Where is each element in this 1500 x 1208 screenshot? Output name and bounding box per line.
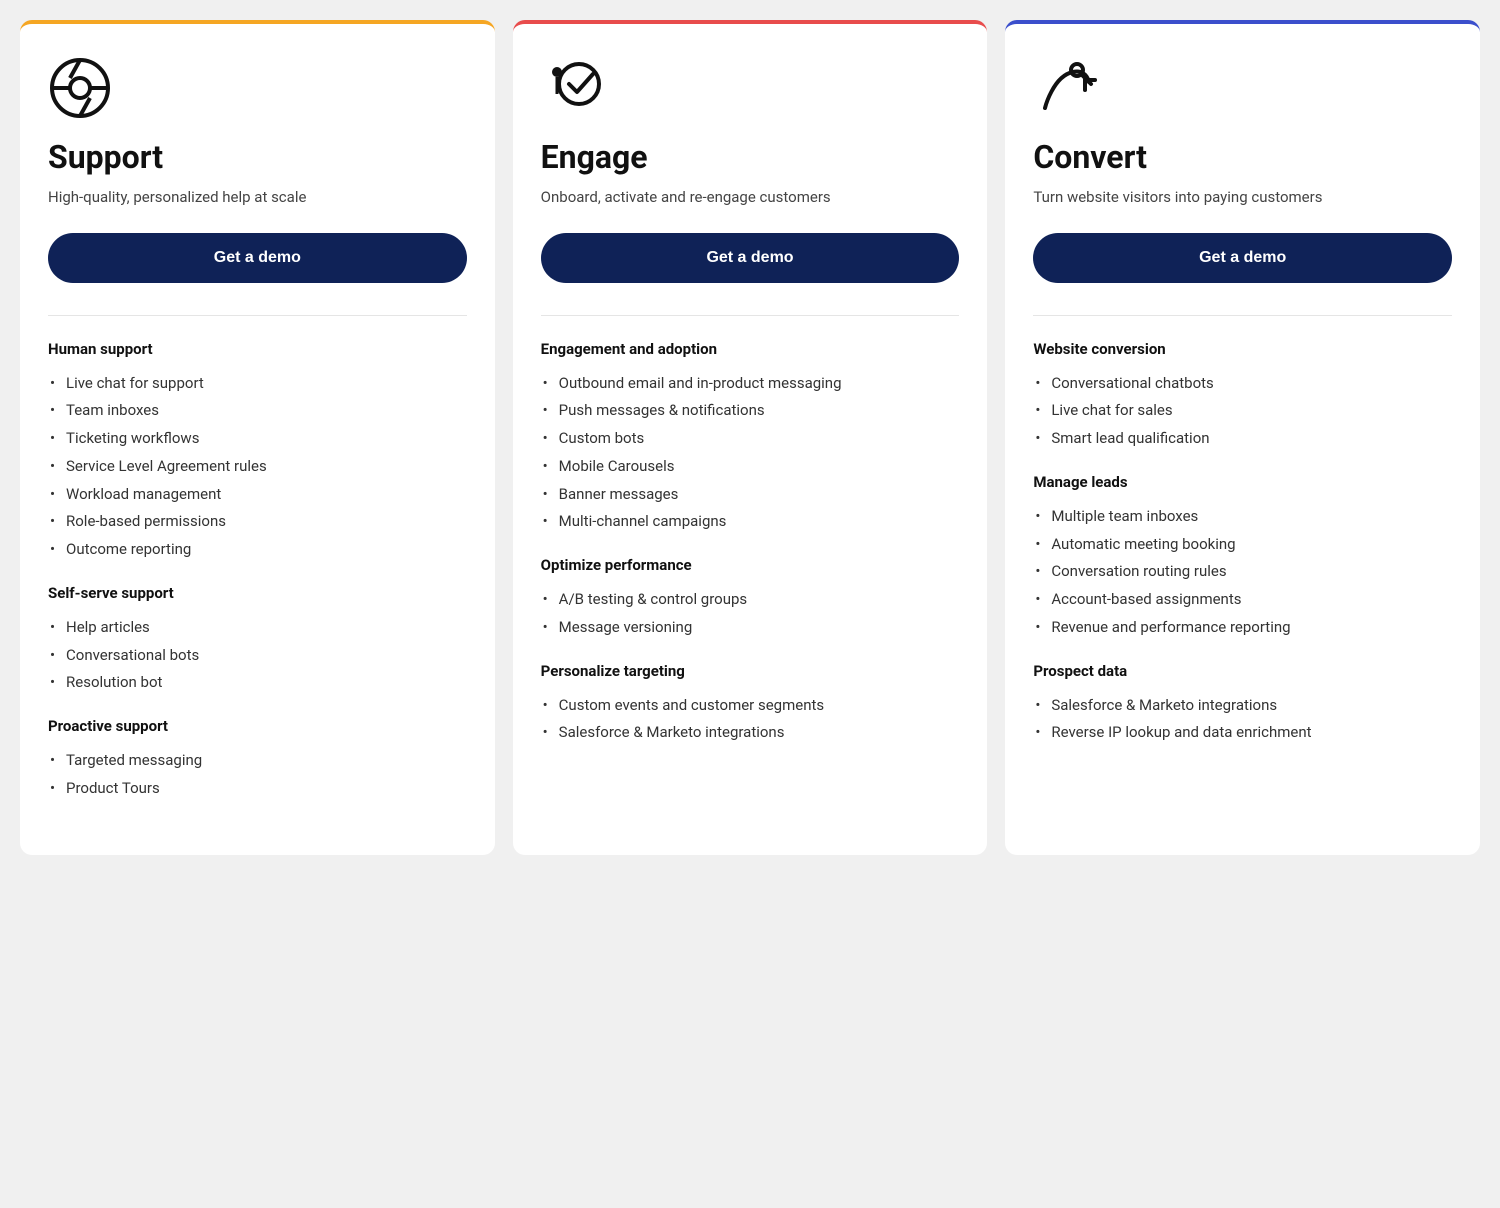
support-section-heading-0: Human support (48, 340, 467, 358)
list-item: Account-based assignments (1033, 586, 1452, 614)
support-section-heading-1: Self-serve support (48, 584, 467, 602)
list-item: Conversational chatbots (1033, 370, 1452, 398)
list-item: Custom bots (541, 425, 960, 453)
list-item: Live chat for support (48, 370, 467, 398)
card-convert: Convert Turn website visitors into paying… (1005, 20, 1480, 855)
list-item: Banner messages (541, 481, 960, 509)
list-item: Targeted messaging (48, 747, 467, 775)
list-item: Workload management (48, 481, 467, 509)
engage-section-heading-2: Personalize targeting (541, 662, 960, 680)
engage-feature-list-0: Outbound email and in-product messagingP… (541, 370, 960, 537)
convert-feature-list-2: Salesforce & Marketo integrationsReverse… (1033, 692, 1452, 748)
list-item: Mobile Carousels (541, 453, 960, 481)
list-item: Reverse IP lookup and data enrichment (1033, 719, 1452, 747)
convert-section-heading-1: Manage leads (1033, 473, 1452, 491)
support-feature-list-1: Help articlesConversational botsResoluti… (48, 614, 467, 697)
list-item: Message versioning (541, 614, 960, 642)
engage-section-heading-0: Engagement and adoption (541, 340, 960, 358)
list-item: Live chat for sales (1033, 397, 1452, 425)
convert-feature-list-1: Multiple team inboxesAutomatic meeting b… (1033, 503, 1452, 642)
list-item: Push messages & notifications (541, 397, 960, 425)
support-divider (48, 315, 467, 316)
convert-feature-list-0: Conversational chatbotsLive chat for sal… (1033, 370, 1452, 453)
list-item: Role-based permissions (48, 508, 467, 536)
convert-demo-button[interactable]: Get a demo (1033, 233, 1452, 283)
convert-divider (1033, 315, 1452, 316)
support-feature-list-2: Targeted messagingProduct Tours (48, 747, 467, 803)
engage-title: Engage (541, 138, 960, 176)
list-item: Multiple team inboxes (1033, 503, 1452, 531)
engage-divider (541, 315, 960, 316)
list-item: Resolution bot (48, 669, 467, 697)
list-item: Service Level Agreement rules (48, 453, 467, 481)
list-item: Outcome reporting (48, 536, 467, 564)
list-item: Outbound email and in-product messaging (541, 370, 960, 398)
support-icon (48, 56, 112, 120)
engage-section-heading-1: Optimize performance (541, 556, 960, 574)
list-item: Salesforce & Marketo integrations (1033, 692, 1452, 720)
engage-subtitle: Onboard, activate and re-engage customer… (541, 186, 960, 209)
list-item: Salesforce & Marketo integrations (541, 719, 960, 747)
engage-demo-button[interactable]: Get a demo (541, 233, 960, 283)
convert-subtitle: Turn website visitors into paying custom… (1033, 186, 1452, 209)
engage-icon (541, 56, 605, 120)
engage-feature-list-1: A/B testing & control groupsMessage vers… (541, 586, 960, 642)
list-item: A/B testing & control groups (541, 586, 960, 614)
list-item: Multi-channel campaigns (541, 508, 960, 536)
list-item: Team inboxes (48, 397, 467, 425)
list-item: Conversational bots (48, 642, 467, 670)
convert-icon (1033, 56, 1097, 120)
list-item: Custom events and customer segments (541, 692, 960, 720)
support-section-heading-2: Proactive support (48, 717, 467, 735)
list-item: Product Tours (48, 775, 467, 803)
convert-section-heading-2: Prospect data (1033, 662, 1452, 680)
convert-section-heading-0: Website conversion (1033, 340, 1452, 358)
list-item: Ticketing workflows (48, 425, 467, 453)
support-feature-list-0: Live chat for supportTeam inboxesTicketi… (48, 370, 467, 564)
list-item: Smart lead qualification (1033, 425, 1452, 453)
list-item: Conversation routing rules (1033, 558, 1452, 586)
engage-feature-list-2: Custom events and customer segmentsSales… (541, 692, 960, 748)
support-title: Support (48, 138, 467, 176)
list-item: Automatic meeting booking (1033, 531, 1452, 559)
convert-title: Convert (1033, 138, 1452, 176)
list-item: Revenue and performance reporting (1033, 614, 1452, 642)
card-support: Support High-quality, personalized help a… (20, 20, 495, 855)
card-engage: Engage Onboard, activate and re-engage cu… (513, 20, 988, 855)
support-demo-button[interactable]: Get a demo (48, 233, 467, 283)
cards-container: Support High-quality, personalized help a… (20, 20, 1480, 855)
support-subtitle: High-quality, personalized help at scale (48, 186, 467, 209)
list-item: Help articles (48, 614, 467, 642)
